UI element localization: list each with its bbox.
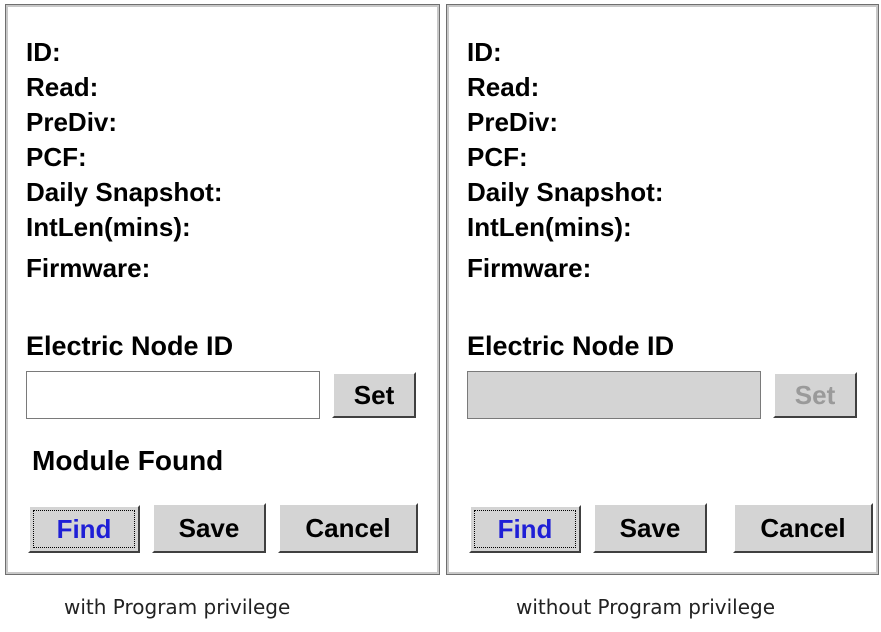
field-firmware-label: Firmware:	[26, 253, 151, 283]
field-daily-snapshot-label: Daily Snapshot:	[467, 177, 664, 207]
field-intlen-label: IntLen(mins):	[26, 212, 191, 242]
cancel-button[interactable]: Cancel	[278, 503, 418, 553]
set-button[interactable]: Set	[332, 372, 416, 418]
status-text: Module Found	[32, 445, 224, 476]
field-prediv-label: PreDiv:	[467, 107, 559, 137]
field-id-label: ID:	[26, 37, 61, 67]
field-firmware-label: Firmware:	[467, 253, 592, 283]
field-read-label: Read:	[467, 72, 540, 102]
panel-with-program-privilege: ID: Read: PreDiv: PCF: Daily Snapshot: I…	[5, 4, 440, 575]
field-id-label: ID:	[467, 37, 502, 67]
save-button[interactable]: Save	[593, 503, 707, 553]
meter-info-fields: ID: Read: PreDiv: PCF: Daily Snapshot: I…	[26, 35, 222, 286]
cancel-button[interactable]: Cancel	[733, 503, 873, 553]
find-button[interactable]: Find	[469, 505, 581, 553]
field-pcf-label: PCF:	[467, 142, 528, 172]
meter-info-fields: ID: Read: PreDiv: PCF: Daily Snapshot: I…	[467, 35, 663, 286]
field-prediv-label: PreDiv:	[26, 107, 118, 137]
electric-node-id-input	[467, 371, 761, 419]
electric-node-id-title: Electric Node ID	[467, 331, 675, 361]
caption-with-privilege: with Program privilege	[64, 595, 291, 619]
electric-node-id-input[interactable]	[26, 371, 320, 419]
field-pcf-label: PCF:	[26, 142, 87, 172]
field-intlen-label: IntLen(mins):	[467, 212, 632, 242]
set-button: Set	[773, 372, 857, 418]
field-daily-snapshot-label: Daily Snapshot:	[26, 177, 223, 207]
find-button[interactable]: Find	[28, 505, 140, 553]
electric-node-id-title: Electric Node ID	[26, 331, 234, 361]
caption-without-privilege: without Program privilege	[516, 595, 776, 619]
save-button[interactable]: Save	[152, 503, 266, 553]
panel-without-program-privilege: ID: Read: PreDiv: PCF: Daily Snapshot: I…	[446, 4, 879, 575]
field-read-label: Read:	[26, 72, 99, 102]
